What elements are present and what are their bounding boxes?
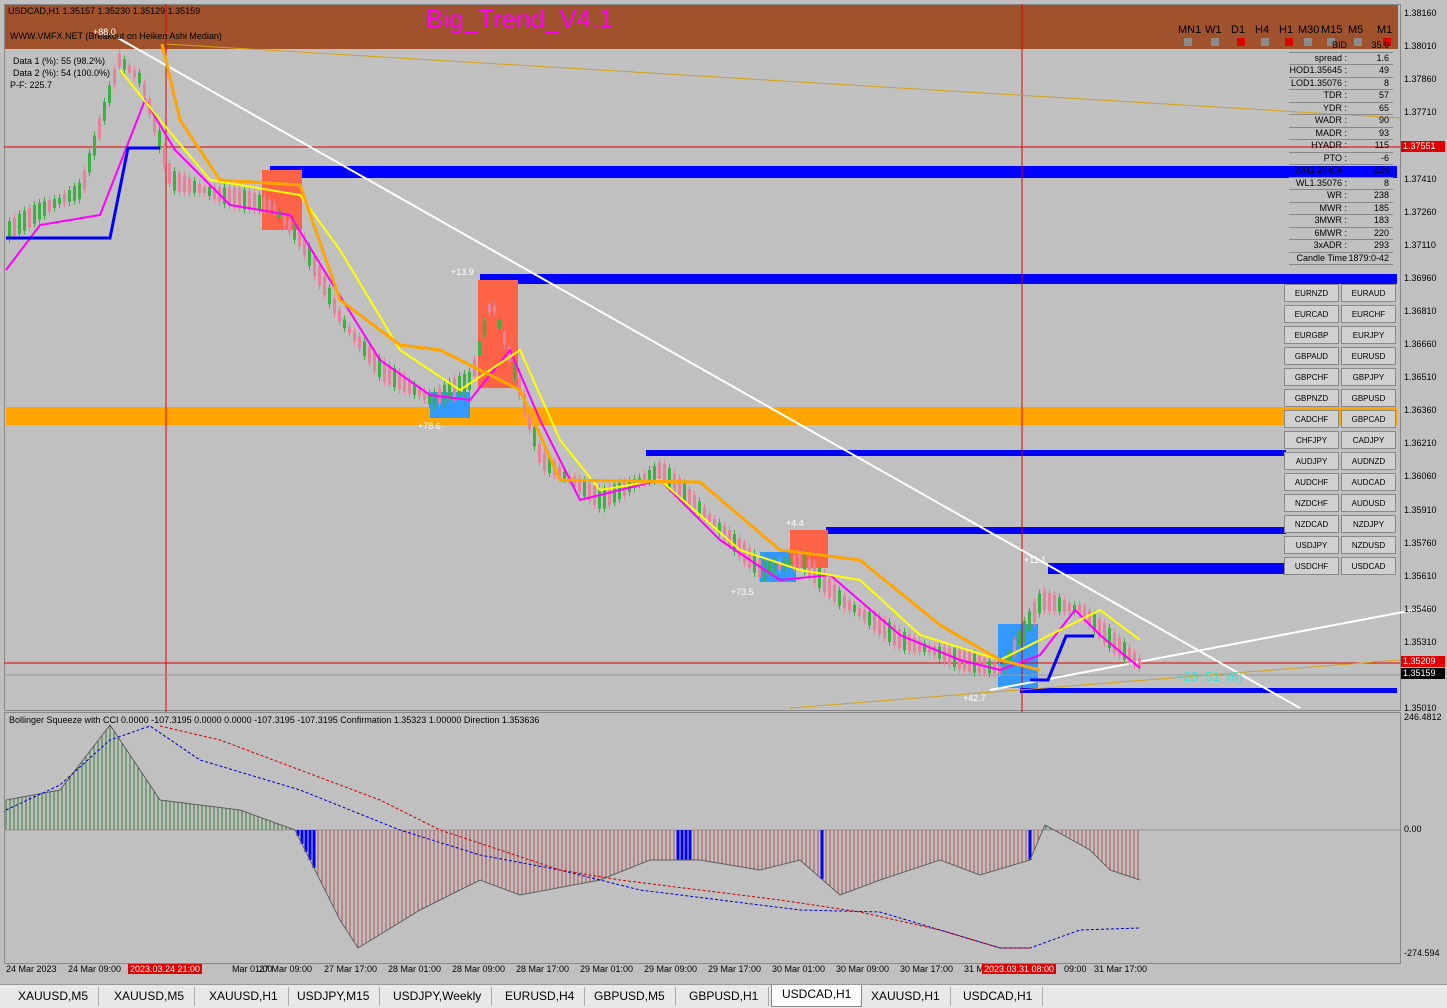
time-label: 30 Mar 09:00 <box>836 964 890 974</box>
indicator-axis: 246.4812 0.00 -274.594 <box>1400 712 1447 962</box>
time-label: 31 Mar 17:00 <box>1094 964 1148 974</box>
time-label: 24 Mar 09:00 <box>68 964 122 974</box>
time-label: 2023.03.24 21:00 <box>128 964 203 974</box>
chart-tabs-bar: XAUUSD,M5 XAUUSD,M5 XAUUSD,H1 USDJPY,M15 USD… <box>0 984 1447 1008</box>
time-label: 27 Mar 17:00 <box>324 964 378 974</box>
indicator-tick: 0.00 <box>1404 824 1422 834</box>
indicator-subwindow-title: Bollinger Squeeze with CCI 0.0000 -107.3… <box>9 715 540 725</box>
chart-tab[interactable]: GBPUSD,M5 <box>584 987 676 1006</box>
chart-tab[interactable]: XAUUSD,M5 <box>104 987 196 1006</box>
time-label: 2023.03.31 08:00 <box>982 964 1057 974</box>
chart-tab[interactable]: XAUUSD,H1 <box>861 987 951 1006</box>
time-label: 09:00 <box>1064 964 1087 974</box>
time-label: 31 M <box>964 964 985 974</box>
time-label: 29 Mar 01:00 <box>580 964 634 974</box>
time-label: 30 Mar 01:00 <box>772 964 826 974</box>
time-label: 28 Mar 09:00 <box>452 964 506 974</box>
time-label: 24 Mar 2023 <box>6 964 57 974</box>
chart-tab[interactable]: USDJPY,M15 <box>287 987 381 1006</box>
signal-line <box>159 725 1030 949</box>
indicator-svg <box>4 724 1400 949</box>
time-label: 30 Mar 17:00 <box>900 964 954 974</box>
chart-tab[interactable]: GBPUSD,H1 <box>679 987 770 1006</box>
indicator-tick: 246.4812 <box>1404 712 1442 722</box>
indicator-tick: -274.594 <box>1404 948 1440 958</box>
indicator-drawing <box>4 724 1400 949</box>
chart-tab[interactable]: USDCAD,H1 <box>953 987 1044 1006</box>
chart-tab[interactable]: XAUUSD,H1 <box>199 987 289 1006</box>
time-label: 29 Mar 09:00 <box>644 964 698 974</box>
chart-tab[interactable]: USDJPY,Weekly <box>383 987 493 1006</box>
time-label: 28 Mar 17:00 <box>516 964 570 974</box>
chart-tab[interactable]: EURUSD,H4 <box>495 987 586 1006</box>
time-label: 28 Mar 01:00 <box>388 964 442 974</box>
chart-tab[interactable]: XAUUSD,M5 <box>8 987 100 1006</box>
chart-tab[interactable]: USDCAD,H1 <box>771 985 863 1007</box>
time-label: 29 Mar 17:00 <box>708 964 762 974</box>
time-label: 27 Mar 09:00 <box>259 964 313 974</box>
time-axis: 24 Mar 2023 24 Mar 09:00 2023.03.24 21:00 M… <box>4 962 1399 978</box>
